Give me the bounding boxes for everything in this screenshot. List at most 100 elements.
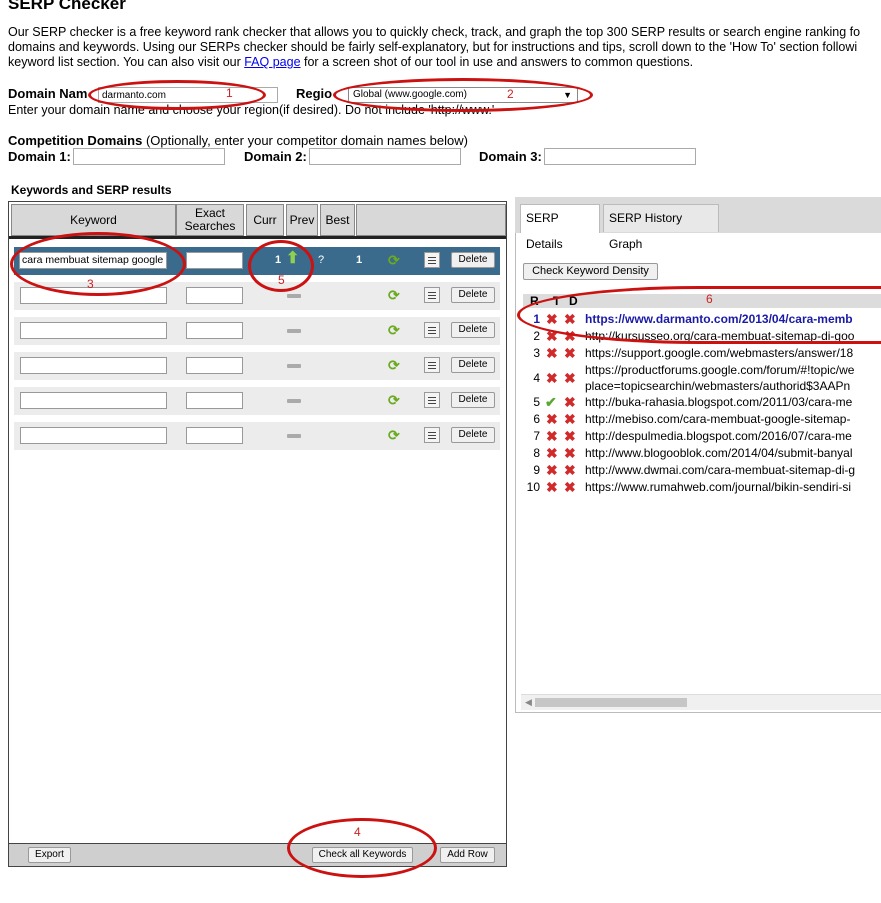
cross-icon: ✖: [564, 370, 576, 386]
domain3-input[interactable]: [544, 148, 696, 165]
refresh-icon[interactable]: ⟳: [388, 253, 402, 267]
serp-horizontal-scrollbar[interactable]: ◀: [521, 694, 881, 710]
annotation-number-5: 5: [278, 273, 285, 287]
annotation-number-3: 3: [87, 277, 94, 291]
cross-icon: ✖: [546, 445, 558, 461]
serp-result-url-cont[interactable]: place=topicsearchin/webmasters/authorid$…: [585, 378, 850, 395]
cross-icon: ✖: [546, 345, 558, 361]
serp-result-url[interactable]: http://mebiso.com/cara-membuat-google-si…: [585, 411, 850, 428]
details-icon[interactable]: [424, 357, 440, 373]
cross-icon: ✖: [546, 428, 558, 444]
cross-icon: ✖: [564, 462, 576, 478]
keyword-input[interactable]: [20, 392, 167, 409]
cross-icon: ✖: [546, 479, 558, 495]
delete-button[interactable]: Delete: [451, 427, 495, 443]
header-prev[interactable]: Prev: [286, 204, 318, 236]
scroll-left-arrow-icon[interactable]: ◀: [525, 697, 532, 708]
header-curr[interactable]: Curr: [246, 204, 284, 236]
header-best[interactable]: Best: [320, 204, 355, 236]
faq-link[interactable]: FAQ page: [244, 55, 300, 69]
details-icon[interactable]: [424, 287, 440, 303]
delete-button[interactable]: Delete: [451, 322, 495, 338]
cross-icon: ✖: [546, 411, 558, 427]
refresh-icon[interactable]: ⟳: [388, 358, 402, 372]
header-actions: [356, 204, 506, 236]
intro-line-3: keyword list section. You can also visit…: [8, 55, 694, 69]
cross-icon: ✖: [564, 394, 576, 410]
delete-button[interactable]: Delete: [451, 357, 495, 373]
refresh-icon[interactable]: ⟳: [388, 323, 402, 337]
annotation-ellipse-6: [517, 286, 881, 344]
cross-icon: ✖: [546, 462, 558, 478]
scrollbar-thumb[interactable]: [535, 698, 687, 707]
refresh-icon[interactable]: ⟳: [388, 288, 402, 302]
competition-heading: Competition Domains (Optionally, enter y…: [8, 133, 468, 148]
domain-name-label: Domain Nam: [8, 86, 88, 101]
domain3-label: Domain 3:: [479, 149, 542, 164]
serp-result-url[interactable]: http://despulmedia.blogspot.com/2016/07/…: [585, 428, 852, 445]
cross-icon: ✖: [564, 479, 576, 495]
page-title: SERP Checker: [8, 0, 126, 13]
no-rank-dash: [287, 399, 301, 403]
annotation-number-1: 1: [226, 86, 233, 100]
cross-icon: ✖: [564, 445, 576, 461]
exact-searches-input[interactable]: [186, 392, 243, 409]
details-icon[interactable]: [424, 322, 440, 338]
intro-line-2: domains and keywords. Using our SERPs ch…: [8, 40, 858, 54]
refresh-icon[interactable]: ⟳: [388, 428, 402, 442]
details-icon[interactable]: [424, 392, 440, 408]
details-icon[interactable]: [424, 427, 440, 443]
keyword-input[interactable]: [20, 322, 167, 339]
serp-result-url[interactable]: https://support.google.com/webmasters/an…: [585, 345, 853, 362]
annotation-number-6: 6: [706, 292, 713, 306]
exact-searches-input[interactable]: [186, 427, 243, 444]
intro-text: Our SERP checker is a free keyword rank …: [8, 25, 881, 70]
keyword-input[interactable]: [20, 357, 167, 374]
tab-serp-details[interactable]: SERP Details: [520, 204, 600, 251]
cross-icon: ✖: [546, 370, 558, 386]
refresh-icon[interactable]: ⟳: [388, 393, 402, 407]
keywords-section-title: Keywords and SERP results: [11, 183, 172, 197]
no-rank-dash: [287, 434, 301, 438]
annotation-number-4: 4: [354, 825, 361, 839]
best-rank: 1: [356, 254, 363, 266]
cross-icon: ✖: [564, 411, 576, 427]
delete-button[interactable]: Delete: [451, 252, 495, 268]
serp-result-url[interactable]: https://productforums.google.com/forum/#…: [585, 362, 854, 379]
serp-result-url[interactable]: http://www.blogooblok.com/2014/04/submit…: [585, 445, 853, 462]
annotation-ellipse-4: [287, 818, 437, 878]
exact-searches-input[interactable]: [186, 322, 243, 339]
delete-button[interactable]: Delete: [451, 287, 495, 303]
serp-result-url[interactable]: http://www.dwmai.com/cara-membuat-sitema…: [585, 462, 855, 479]
header-exact-searches[interactable]: Exact Searches: [176, 204, 244, 236]
no-rank-dash: [287, 364, 301, 368]
exact-searches-input[interactable]: [186, 287, 243, 304]
annotation-ellipse-3: [10, 232, 186, 296]
exact-searches-input[interactable]: [186, 357, 243, 374]
details-icon[interactable]: [424, 252, 440, 268]
no-rank-dash: [287, 294, 301, 298]
check-icon: ✔: [545, 394, 557, 410]
add-row-button[interactable]: Add Row: [440, 847, 495, 863]
serp-result-url[interactable]: https://www.rumahweb.com/journal/bikin-s…: [585, 479, 851, 496]
domain1-label: Domain 1:: [8, 149, 71, 164]
delete-button[interactable]: Delete: [451, 392, 495, 408]
exact-searches-input[interactable]: [186, 252, 243, 269]
keyword-input[interactable]: [20, 427, 167, 444]
annotation-ellipse-2: [333, 78, 593, 112]
cross-icon: ✖: [564, 428, 576, 444]
annotation-number-2: 2: [507, 87, 514, 101]
annotation-ellipse-1: [88, 80, 266, 110]
domain2-input[interactable]: [309, 148, 461, 165]
serp-result-url[interactable]: http://buka-rahasia.blogspot.com/2011/03…: [585, 394, 852, 411]
export-button[interactable]: Export: [28, 847, 71, 863]
no-rank-dash: [287, 329, 301, 333]
tab-serp-history-graph[interactable]: SERP History Graph: [603, 204, 719, 251]
check-keyword-density-button[interactable]: Check Keyword Density: [523, 263, 658, 280]
intro-line-1: Our SERP checker is a free keyword rank …: [8, 25, 861, 39]
region-label: Regio: [296, 86, 333, 101]
cross-icon: ✖: [564, 345, 576, 361]
domain2-label: Domain 2:: [244, 149, 307, 164]
prev-rank: ?: [318, 254, 325, 266]
domain1-input[interactable]: [73, 148, 225, 165]
